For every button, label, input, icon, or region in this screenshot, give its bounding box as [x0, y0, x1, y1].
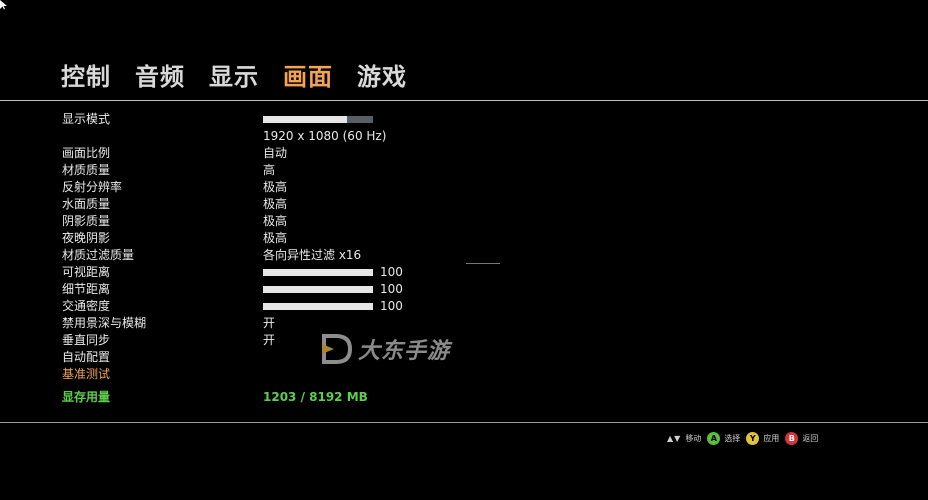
- b-button-icon: B: [785, 432, 799, 445]
- setting-label: 材质质量: [62, 163, 111, 177]
- setting-label: 基准测试: [62, 367, 111, 381]
- watermark: 大东手游: [320, 332, 450, 366]
- setting-label: 可视距离: [62, 265, 111, 279]
- setting-value: 100: [380, 282, 403, 296]
- setting-label: 阴影质量: [62, 214, 111, 228]
- setting-reflection-resolution[interactable]: 反射分辨率 极高: [62, 179, 482, 196]
- setting-value: 各向异性过滤 x16: [263, 248, 362, 262]
- view-distance-slider[interactable]: [263, 269, 373, 276]
- setting-label: 交通密度: [62, 299, 111, 313]
- tab-audio[interactable]: 音频: [135, 57, 185, 92]
- button-hints: ▲▼ 移动 A 选择 Y 应用 B 返回: [667, 432, 818, 445]
- watermark-logo-icon: [322, 334, 353, 364]
- setting-value: 100: [380, 265, 403, 279]
- hint-label: 移动: [685, 434, 702, 443]
- tab-display[interactable]: 显示: [209, 57, 259, 92]
- hint-label: 选择: [724, 434, 741, 443]
- setting-texture-filtering[interactable]: 材质过滤质量 各向异性过滤 x16: [62, 247, 482, 264]
- vram-label: 显存用量: [62, 390, 111, 404]
- setting-disable-dof-blur[interactable]: 禁用景深与模糊 开: [62, 315, 482, 332]
- setting-shadow-quality[interactable]: 阴影质量 极高: [62, 213, 482, 230]
- setting-label: 垂直同步: [62, 333, 111, 347]
- hint-move: ▲▼ 移动: [667, 433, 701, 444]
- setting-aspect-ratio[interactable]: 画面比例 自动: [62, 145, 482, 162]
- hint-select[interactable]: A 选择: [707, 432, 740, 445]
- watermark-text: 大东手游: [358, 339, 451, 364]
- tab-game[interactable]: 游戏: [357, 57, 407, 92]
- setting-label: 细节距离: [62, 282, 111, 296]
- setting-label: 画面比例: [62, 146, 111, 160]
- setting-value: 100: [380, 299, 403, 313]
- hint-apply[interactable]: Y 应用: [746, 432, 779, 445]
- setting-detail-distance[interactable]: 细节距离 100: [62, 281, 482, 298]
- setting-view-distance[interactable]: 可视距离 100: [62, 264, 482, 281]
- header-divider: [0, 100, 928, 101]
- footer-divider: [0, 422, 928, 423]
- setting-night-shadows[interactable]: 夜晚阴影 极高: [62, 230, 482, 247]
- divider-mark: [466, 263, 500, 264]
- setting-value: 极高: [263, 214, 288, 228]
- setting-label: 材质过滤质量: [62, 248, 135, 262]
- setting-water-quality[interactable]: 水面质量 极高: [62, 196, 482, 213]
- setting-label: 反射分辨率: [62, 180, 123, 194]
- setting-value: 极高: [263, 231, 288, 245]
- hint-label: 返回: [802, 434, 819, 443]
- mouse-cursor-icon: [0, 0, 7, 10]
- benchmark-option[interactable]: 基准测试: [62, 366, 482, 383]
- display-mode-slider[interactable]: [263, 116, 373, 123]
- tab-graphics[interactable]: 画面: [283, 57, 333, 92]
- settings-tabs: 控制 音频 显示 画面 游戏: [61, 57, 407, 92]
- setting-traffic-density[interactable]: 交通密度 100: [62, 298, 482, 315]
- setting-value: 高: [263, 163, 276, 177]
- detail-distance-slider[interactable]: [263, 286, 373, 293]
- setting-label: 自动配置: [62, 350, 111, 364]
- y-button-icon: Y: [746, 432, 760, 445]
- hint-label: 应用: [763, 434, 780, 443]
- traffic-density-slider[interactable]: [263, 303, 373, 310]
- vram-value: 1203 / 8192 MB: [263, 390, 368, 404]
- setting-value: 1920 x 1080 (60 Hz): [263, 129, 387, 143]
- setting-label: 水面质量: [62, 197, 111, 211]
- setting-texture-quality[interactable]: 材质质量 高: [62, 162, 482, 179]
- dpad-arrows-icon: ▲▼: [667, 434, 682, 443]
- setting-value: 开: [263, 333, 276, 347]
- tab-controls[interactable]: 控制: [61, 57, 111, 92]
- setting-label: 夜晚阴影: [62, 231, 111, 245]
- setting-label: 禁用景深与模糊: [62, 316, 147, 330]
- setting-label: 显示模式: [62, 112, 111, 126]
- setting-value: 开: [263, 316, 276, 330]
- setting-value: 极高: [263, 197, 288, 211]
- setting-value: 自动: [263, 146, 288, 160]
- setting-display-mode[interactable]: 显示模式 1920 x 1080 (60 Hz): [62, 111, 482, 145]
- hint-back[interactable]: B 返回: [785, 432, 818, 445]
- setting-value: 极高: [263, 180, 288, 194]
- a-button-icon: A: [707, 432, 721, 445]
- vram-usage: 显存用量 1203 / 8192 MB: [62, 389, 482, 406]
